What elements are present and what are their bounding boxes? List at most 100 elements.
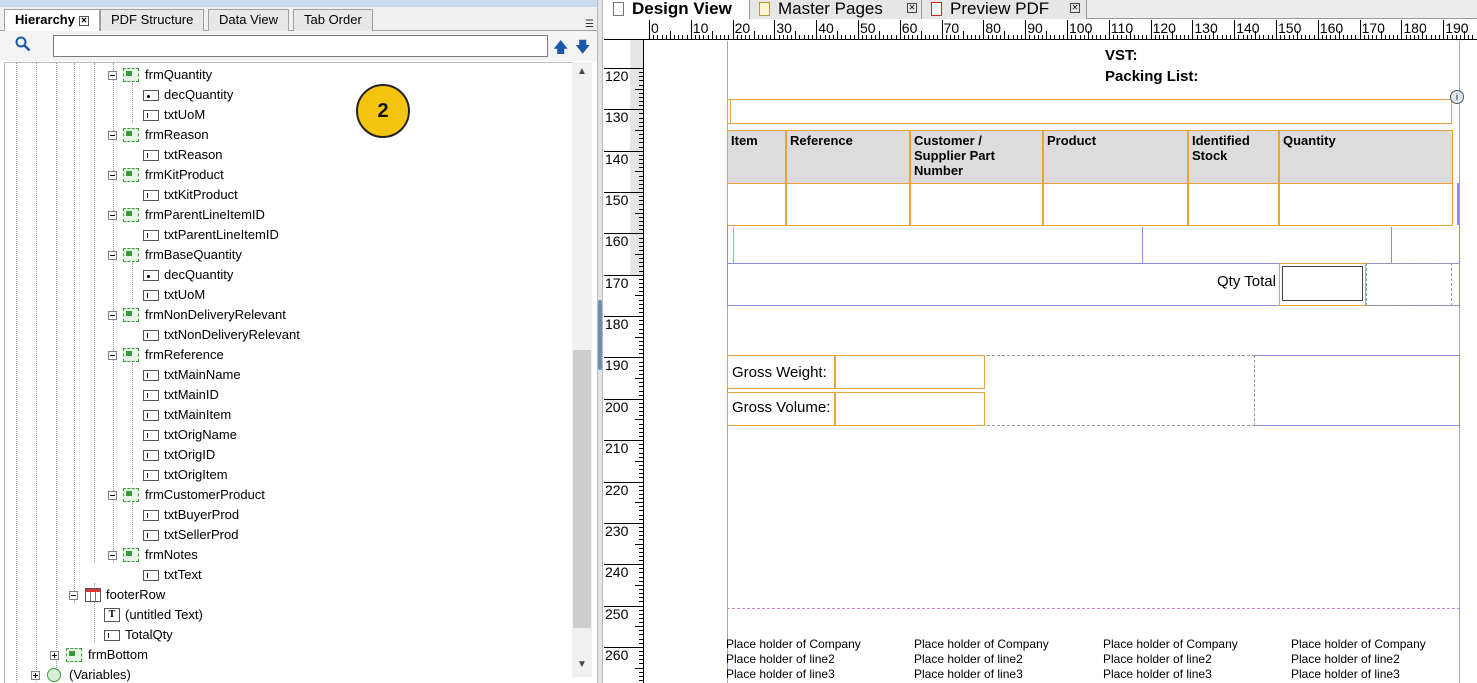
tree-node-label: txtOrigID xyxy=(164,447,216,462)
ruler-tick xyxy=(1016,35,1018,39)
tab-data-view[interactable]: Data View xyxy=(208,9,290,31)
table-cell[interactable] xyxy=(1043,183,1188,226)
footer-address-block[interactable]: Place holder of Company Place holder of … xyxy=(1291,637,1426,682)
panel-splitter[interactable] xyxy=(597,0,603,683)
collapse-icon[interactable] xyxy=(108,551,117,560)
tree-scrollbar[interactable]: ▲ ▼ xyxy=(572,62,592,677)
ruler-tick xyxy=(979,35,981,39)
footer-address-block[interactable]: Place holder of Company Place holder of … xyxy=(726,637,861,682)
tab-hierarchy[interactable]: Hierarchy ✕ xyxy=(4,9,100,32)
arrow-up-icon[interactable]: 🡅 xyxy=(553,37,568,56)
ruler-tick xyxy=(639,431,643,433)
footer-address-block[interactable]: Place holder of Company Place holder of … xyxy=(914,637,1049,682)
ruler-tick xyxy=(803,35,805,39)
close-icon[interactable]: ✕ xyxy=(1070,3,1080,13)
ruler-tick xyxy=(639,84,643,86)
ruler-tick xyxy=(1288,35,1290,39)
expand-icon[interactable] xyxy=(50,651,59,660)
ruler-tick xyxy=(853,35,855,39)
ruler-tick xyxy=(639,332,643,334)
design-canvas[interactable]: VST: Packing List: i Item Reference Cust… xyxy=(645,41,1477,683)
ruler-tick xyxy=(635,667,643,669)
ruler-tick xyxy=(929,35,931,39)
gross-volume-field[interactable] xyxy=(835,392,985,426)
tab-master-pages[interactable]: Master Pages ✕ xyxy=(750,0,922,19)
scrollbar-thumb[interactable] xyxy=(573,350,591,628)
column-header-product[interactable]: Product xyxy=(1043,130,1188,184)
ruler-tick xyxy=(604,440,643,442)
ruler-tick xyxy=(1075,35,1077,39)
ruler-label: 70 xyxy=(943,20,960,36)
collapse-icon[interactable] xyxy=(108,211,117,220)
panel-menu-icon[interactable]: ☰ xyxy=(585,19,594,30)
footer-boundary-line xyxy=(727,608,1460,609)
ruler-tick xyxy=(1037,35,1039,39)
arrow-down-icon[interactable]: 🡇 xyxy=(575,37,590,56)
ruler-tick xyxy=(828,35,830,39)
ruler-tick xyxy=(878,31,880,39)
notes-row[interactable] xyxy=(727,225,1460,264)
ruler-tick xyxy=(1104,35,1106,39)
column-header-item[interactable]: Item xyxy=(727,130,786,184)
gross-weight-field[interactable] xyxy=(835,355,985,389)
ruler-tick xyxy=(639,469,643,471)
ruler-tick xyxy=(639,96,643,98)
table-cell[interactable] xyxy=(1188,183,1279,226)
header-subform[interactable] xyxy=(727,99,1452,124)
expand-icon[interactable] xyxy=(31,671,40,680)
info-icon[interactable]: i xyxy=(1450,90,1464,104)
collapse-icon[interactable] xyxy=(108,131,117,140)
ruler-tick xyxy=(1112,35,1114,39)
table-cell[interactable] xyxy=(786,183,910,226)
ruler-tick xyxy=(604,357,643,359)
ruler-tick xyxy=(1108,20,1110,39)
close-icon[interactable]: ✕ xyxy=(907,3,917,13)
ruler-tick xyxy=(1154,35,1156,39)
tab-preview-pdf[interactable]: Preview PDF ✕ xyxy=(922,0,1087,19)
table-cell[interactable] xyxy=(727,183,786,226)
table-cell[interactable] xyxy=(1279,183,1453,226)
text-field-icon xyxy=(143,410,159,421)
collapse-icon[interactable] xyxy=(108,171,117,180)
ruler-tick xyxy=(635,171,643,173)
tab-pdf-structure[interactable]: PDF Structure xyxy=(100,9,205,31)
ruler-tick xyxy=(966,35,968,39)
collapse-icon[interactable] xyxy=(108,71,117,80)
decimal-field-icon xyxy=(143,270,159,281)
footer-address-block[interactable]: Place holder of Company Place holder of … xyxy=(1103,637,1238,682)
column-header-identified-stock[interactable]: Identified Stock xyxy=(1188,130,1279,184)
collapse-icon[interactable] xyxy=(108,491,117,500)
ruler-tick xyxy=(1301,35,1303,39)
tab-tab-order[interactable]: Tab Order xyxy=(293,9,373,31)
collapse-icon[interactable] xyxy=(108,351,117,360)
collapse-icon[interactable] xyxy=(108,311,117,320)
collapse-icon[interactable] xyxy=(69,591,78,600)
scroll-down-icon[interactable]: ▼ xyxy=(576,659,588,671)
tree-node-label: frmNonDeliveryRelevant xyxy=(145,307,286,322)
gross-volume-caption: Gross Volume: xyxy=(727,392,835,426)
line3-placeholder: Place holder of line3 xyxy=(914,667,1023,681)
splitter-grip[interactable] xyxy=(598,300,602,370)
text-field-icon xyxy=(104,630,120,641)
column-header-quantity[interactable]: Quantity xyxy=(1279,130,1453,184)
search-input[interactable] xyxy=(53,35,548,57)
column-header-part-number[interactable]: Customer / Supplier Part Number xyxy=(910,130,1043,184)
close-icon[interactable]: ✕ xyxy=(78,16,89,26)
search-icon[interactable] xyxy=(15,36,31,52)
collapse-icon[interactable] xyxy=(108,251,117,260)
tab-design-view[interactable]: Design View xyxy=(604,0,750,19)
ruler-tick xyxy=(639,249,643,251)
ruler-tick xyxy=(991,35,993,39)
ruler-tick xyxy=(895,35,897,39)
total-qty-field[interactable] xyxy=(1282,266,1363,301)
ruler-tick xyxy=(1439,35,1441,39)
ruler-tick xyxy=(639,448,643,450)
table-cell[interactable] xyxy=(910,183,1043,226)
subform-icon xyxy=(123,308,139,322)
ruler-tick xyxy=(1355,35,1357,39)
scroll-up-icon[interactable]: ▲ xyxy=(576,66,588,78)
ruler-tick xyxy=(1321,35,1323,39)
row-selection-marker xyxy=(1457,183,1459,225)
text-field-icon xyxy=(143,330,159,341)
column-header-reference[interactable]: Reference xyxy=(786,130,910,184)
